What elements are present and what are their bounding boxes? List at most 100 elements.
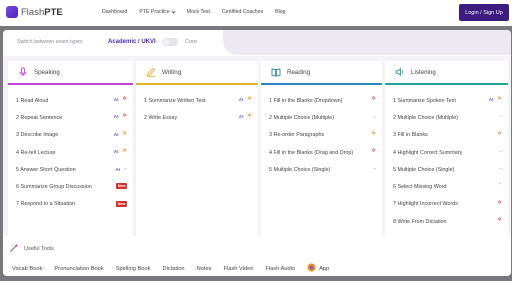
task-list: 1 Read Aloud AI ✲ 2 Repeat Sentence AI ✲ 3 Des…	[8, 92, 133, 213]
skill-column-listening: Listening 1 Summarize Spoken Text AI ✲ 2 Mul…	[385, 61, 508, 236]
nav-item-mock-test[interactable]: Mock Test	[187, 9, 210, 15]
column-header: Speaking	[8, 61, 133, 83]
task-label: 4 Highlight Correct Summary	[393, 149, 463, 156]
dash-icon: –	[498, 166, 502, 173]
task-badges: AI ✲	[488, 96, 502, 102]
task-list: 1 Fill in the Blanks (Dropdown) ✲ 2 Multip…	[261, 92, 382, 178]
tool-link-spelling-book[interactable]: Spelling Book	[116, 266, 151, 272]
task-link[interactable]: 2 Write Essay AI ✲	[136, 109, 258, 126]
nav-item-dashboard[interactable]: Dashboard	[102, 9, 127, 15]
task-label: 2 Multiple Choice (Multiple)	[393, 114, 459, 121]
task-badges: AI ✲	[114, 131, 127, 137]
task-link[interactable]: 1 Read Aloud AI ✲	[8, 92, 133, 109]
prediction-star-icon: ✲	[497, 96, 502, 102]
toggle-knob	[163, 39, 169, 45]
hot-star-icon: ✲	[371, 147, 376, 154]
task-link[interactable]: 4 Re-tell Lecture AI ✲	[8, 144, 133, 161]
task-link[interactable]: 2 Repeat Sentence AI ✲	[8, 109, 133, 126]
task-label: 2 Multiple Choice (Multiple)	[269, 114, 335, 121]
task-link[interactable]: 2 Multiple Choice (Multiple) –	[261, 109, 382, 126]
chevron-down-icon	[171, 8, 176, 14]
prediction-star-icon: ✲	[497, 130, 502, 137]
column-accent-rule	[136, 83, 258, 85]
skill-column-writing: Writing 1 Summarize Written Text AI ✲ 2 Writ…	[136, 61, 258, 236]
task-link[interactable]: 2 Multiple Choice (Multiple) –	[385, 109, 508, 126]
dash-icon: –	[372, 166, 376, 173]
prediction-star-icon: ✲	[371, 130, 376, 137]
main-nav: Dashboard PTE Practice Mock Test Certified …	[102, 8, 298, 15]
task-link[interactable]: 1 Summarize Spoken Text AI ✲	[385, 92, 508, 109]
task-link[interactable]: 6 Select Missing Word ⌃	[385, 178, 508, 195]
tool-link-flash-video[interactable]: Flash Video	[223, 266, 253, 272]
task-badges: –	[373, 166, 376, 172]
task-badges: ✲	[497, 217, 502, 223]
tool-link-vocab-book[interactable]: Vocab Book	[12, 266, 42, 272]
task-link[interactable]: 5 Multiple Choice (Single) –	[385, 161, 508, 178]
task-link[interactable]: 8 Write From Dictation ✲	[385, 213, 508, 230]
task-link[interactable]: 3 Describe Image AI ✲	[8, 127, 133, 144]
task-badges: ✲	[371, 96, 376, 102]
exam-option-core[interactable]: Core	[185, 39, 197, 45]
task-link[interactable]: 7 Respond to a Situation New	[8, 196, 133, 213]
nav-item-pte-practice[interactable]: PTE Practice	[139, 8, 176, 15]
task-badges: –	[499, 149, 502, 155]
brand-logo[interactable]: FlashPTE	[6, 6, 63, 18]
task-badges: AI –	[115, 166, 127, 172]
new-badge: New	[116, 200, 127, 207]
task-link[interactable]: 7 Highlight Incorrect Words ✲	[385, 196, 508, 213]
new-badge: New	[116, 183, 127, 190]
useful-tools-section: Useful Tools Vocab Book Pronunciation Boo…	[3, 236, 511, 276]
column-title: Reading	[287, 68, 311, 76]
column-title: Speaking	[34, 68, 60, 76]
ai-badge: AI	[238, 97, 244, 102]
task-link[interactable]: 4 Fill in the Blanks (Drag and Drop) ✲	[261, 144, 382, 161]
task-link[interactable]: 6 Summarize Group Discussion New	[8, 178, 133, 195]
tool-link-app[interactable]: App	[307, 263, 329, 274]
task-label: 3 Describe Image	[16, 132, 59, 139]
task-label: 1 Summarize Written Text	[144, 97, 206, 104]
task-link[interactable]: 4 Highlight Correct Summary –	[385, 144, 508, 161]
task-label: 6 Select Missing Word	[393, 184, 447, 191]
tool-link-label: App	[319, 265, 330, 272]
app-icon	[307, 263, 316, 274]
exam-type-toggle[interactable]	[162, 38, 178, 46]
task-link[interactable]: 5 Multiple Choice (Single) –	[261, 161, 382, 178]
task-badges: ✲	[371, 147, 376, 154]
brand-name: FlashPTE	[21, 6, 63, 18]
column-header: Writing	[136, 61, 258, 83]
skill-column-speaking: Speaking 1 Read Aloud AI ✲ 2 Repeat Sentence…	[8, 61, 133, 236]
tool-link-dictation[interactable]: Dictation	[162, 266, 184, 272]
task-link[interactable]: 1 Fill in the Blanks (Dropdown) ✲	[261, 92, 382, 109]
magic-wand-icon	[9, 240, 19, 258]
tool-link-pronunciation-book[interactable]: Pronunciation Book	[54, 266, 103, 272]
nav-item-certified-coaches[interactable]: Certified Coaches	[222, 9, 263, 15]
hot-star-icon: ✲	[371, 96, 376, 102]
top-navbar: FlashPTE Dashboard PTE Practice Mock Test C…	[0, 0, 512, 26]
login-signup-button[interactable]: Login / Sign Up	[459, 4, 509, 21]
task-link[interactable]: 5 Answer Short Question AI –	[8, 161, 133, 178]
tool-link-flash-audio[interactable]: Flash Audio	[265, 266, 295, 272]
task-label: 7 Respond to a Situation	[16, 201, 76, 208]
pencil-icon	[146, 67, 156, 77]
nav-item-label: Certified Coaches	[221, 9, 264, 15]
chevron-up-icon: ⌃	[497, 183, 502, 190]
task-label: 5 Multiple Choice (Single)	[393, 166, 455, 173]
task-link[interactable]: 3 Fill in Blanks ✲	[385, 127, 508, 144]
tool-link-label: Notes	[196, 265, 212, 272]
task-link[interactable]: 1 Summarize Written Text AI ✲	[136, 92, 258, 109]
dash-icon: –	[498, 148, 502, 155]
task-badges: –	[373, 114, 376, 120]
nav-item-label: Blog	[275, 9, 286, 15]
task-badges: AI ✲	[114, 148, 127, 154]
tool-link-notes[interactable]: Notes	[197, 266, 212, 272]
nav-item-blog[interactable]: Blog	[275, 9, 285, 15]
ai-badge: AI	[488, 97, 494, 102]
column-accent-rule	[8, 83, 133, 85]
nav-item-label: Mock Test	[186, 9, 210, 15]
exam-switch-bar: Switch between exam types Academic / UKV…	[3, 30, 223, 55]
exam-option-academic[interactable]: Academic / UKVI	[108, 39, 156, 45]
task-badges: ✲	[497, 130, 502, 137]
hot-star-icon: ✲	[122, 113, 127, 120]
speaker-icon	[395, 67, 405, 77]
task-link[interactable]: 3 Re-order Paragraphs ✲	[261, 127, 382, 144]
